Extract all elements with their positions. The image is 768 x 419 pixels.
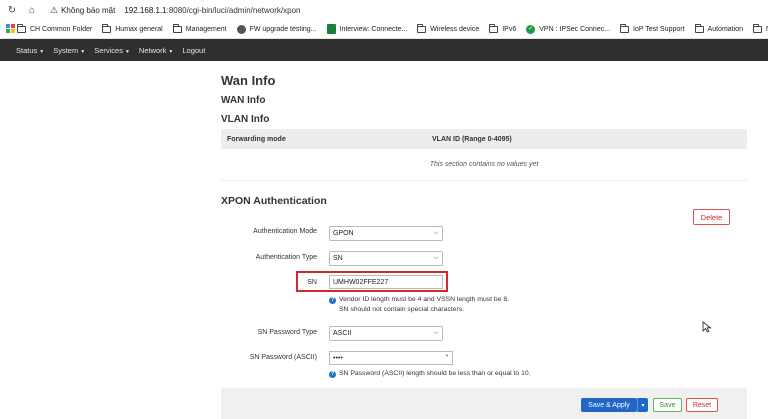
bookmark-label: Humax general [115, 25, 163, 33]
auth-type-label: Authentication Type [255, 254, 317, 261]
nav-item-label: Network [138, 45, 167, 55]
bookmarks-bar: CH Common Folder Humax general Management F… [0, 20, 768, 39]
sn-hint-line1: Vendor ID length must be 4 and VSSN leng… [339, 296, 510, 303]
nav-item-system[interactable]: System ▼ [53, 46, 85, 55]
security-label: Không bảo mật [61, 5, 116, 15]
bookmark-label: Interview: Connecte... [339, 25, 408, 33]
chevron-down-icon: ⌵ [433, 255, 438, 261]
info-icon: ? [329, 297, 336, 304]
vlan-table: Forwarding mode VLAN ID (Range 0-4095) T… [221, 129, 747, 181]
bookmark-label: CH Common Folder [30, 25, 93, 33]
sn-pw-value: •••• [333, 354, 343, 362]
url-field[interactable]: 192.168.1.1:8080/cgi-bin/luci/admin/netw… [124, 6, 300, 15]
nav-item-status[interactable]: Status ▼ [16, 46, 44, 55]
caret-down-icon: ▼ [124, 48, 130, 55]
sn-pw-hint-text: SN Password (ASCII) length should be les… [339, 370, 531, 377]
info-icon: ? [329, 371, 336, 378]
sn-pw-label: SN Password (ASCII) [249, 354, 317, 361]
vlan-info-heading: VLAN Info [221, 114, 270, 125]
xpon-auth-heading: XPON Authentication [221, 195, 327, 207]
bookmark-item[interactable]: ✓ VPN : IPSec Connec... [526, 24, 611, 34]
sn-pw-type-label: SN Password Type [257, 329, 317, 336]
vlan-table-header: Forwarding mode VLAN ID (Range 0-4095) [221, 129, 747, 149]
auth-type-value: SN [333, 255, 343, 262]
save-button[interactable]: Save [653, 398, 682, 412]
sheet-icon [326, 24, 336, 34]
delete-button[interactable]: Delete [693, 209, 730, 225]
bookmark-item[interactable]: Wireless device [417, 23, 480, 33]
bookmark-label: VPN : IPSec Connec... [539, 25, 611, 33]
chevron-down-icon: ⌵ [433, 230, 438, 236]
caret-down-icon: ▼ [80, 48, 86, 55]
folder-icon [172, 23, 182, 33]
nav-item-network[interactable]: Network ▼ [139, 46, 173, 55]
bookmark-item[interactable]: IPv6 [489, 23, 517, 33]
browser-address-bar: ↻ ⌂ ⚠ Không bảo mật 192.168.1.1:8080/cgi… [0, 0, 768, 20]
caret-down-icon: ▼ [168, 48, 174, 55]
home-icon[interactable]: ⌂ [24, 2, 40, 18]
auth-type-select[interactable]: SN ⌵ [329, 251, 443, 266]
bookmark-label: FW upgrade testing... [249, 25, 317, 33]
sn-label: SN [307, 279, 317, 286]
nav-item-logout[interactable]: Logout [182, 46, 205, 55]
bookmark-item[interactable]: NW SW Verific [752, 23, 768, 33]
auth-mode-select[interactable]: GPON ⌵ [329, 226, 443, 241]
column-forwarding-mode: Forwarding mode [227, 135, 286, 143]
caret-down-icon: ▼ [39, 48, 45, 55]
bookmark-item[interactable]: Automation [694, 23, 743, 33]
nav-item-label: System [53, 45, 79, 55]
vpn-icon: ✓ [526, 24, 536, 34]
mouse-cursor-icon [702, 321, 712, 333]
nav-item-label: Services [94, 45, 123, 55]
folder-icon [752, 23, 762, 33]
sn-pw-type-value: ASCII [333, 330, 352, 337]
sn-hint: ? Vendor ID length must be 4 and VSSN len… [329, 295, 509, 315]
bookmark-label: IPv6 [502, 25, 517, 33]
bookmark-item[interactable]: IoP Test Support [620, 23, 685, 33]
bookmark-item[interactable]: Humax general [102, 23, 163, 33]
bookmark-label: IoP Test Support [633, 25, 685, 33]
folder-icon [102, 23, 112, 33]
sn-value: UMHW02FFE227 [333, 278, 389, 286]
router-navbar: Status ▼ System ▼ Services ▼ Network ▼ Logout [0, 39, 768, 61]
nav-item-label: Logout [182, 45, 206, 55]
sn-hint-line2: SN should not contain special characters… [339, 306, 465, 313]
wan-info-heading: WAN Info [221, 95, 266, 106]
bookmark-item[interactable]: Interview: Connecte... [326, 24, 408, 34]
url-host: 192.168.1.1 [124, 5, 167, 15]
sn-pw-input[interactable]: •••• [329, 351, 443, 365]
nav-item-label: Status [16, 45, 38, 55]
bookmark-item[interactable]: Management [172, 23, 227, 33]
bookmark-label: Automation [707, 25, 743, 33]
security-chip[interactable]: ⚠ Không bảo mật [50, 5, 115, 16]
globe-icon [236, 24, 246, 34]
sn-pw-type-select[interactable]: ASCII ⌵ [329, 326, 443, 341]
bookmark-label: Wireless device [430, 25, 480, 33]
bookmark-item[interactable]: CH Common Folder [17, 23, 93, 33]
reveal-password-icon[interactable]: * [442, 351, 453, 365]
save-apply-button[interactable]: Save & Apply [581, 398, 637, 412]
column-vlan-id: VLAN ID (Range 0-4095) [432, 135, 512, 143]
page-title: Wan Info [221, 73, 276, 88]
auth-mode-label: Authentication Mode [253, 228, 317, 235]
nav-item-services[interactable]: Services ▼ [94, 46, 130, 55]
url-path: :8080/cgi-bin/luci/admin/network/xpon [166, 5, 301, 15]
folder-icon [17, 23, 26, 33]
bookmark-item[interactable]: FW upgrade testing... [236, 24, 317, 34]
folder-icon [417, 23, 427, 33]
bookmark-label: Management [185, 25, 227, 33]
folder-icon [694, 23, 704, 33]
save-apply-dropdown-icon[interactable]: ▾ [637, 398, 648, 412]
sn-pw-hint: ? SN Password (ASCII) length should be le… [329, 369, 531, 379]
reload-icon[interactable]: ↻ [4, 2, 20, 18]
sn-input[interactable]: UMHW02FFE227 [329, 275, 443, 289]
folder-icon [489, 23, 499, 33]
warning-icon: ⚠ [50, 4, 59, 15]
vlan-empty-message: This section contains no values yet [221, 149, 747, 181]
folder-icon [620, 23, 630, 33]
chevron-down-icon: ⌵ [433, 330, 438, 336]
reset-button[interactable]: Reset [686, 398, 718, 412]
auth-mode-value: GPON [333, 230, 354, 237]
